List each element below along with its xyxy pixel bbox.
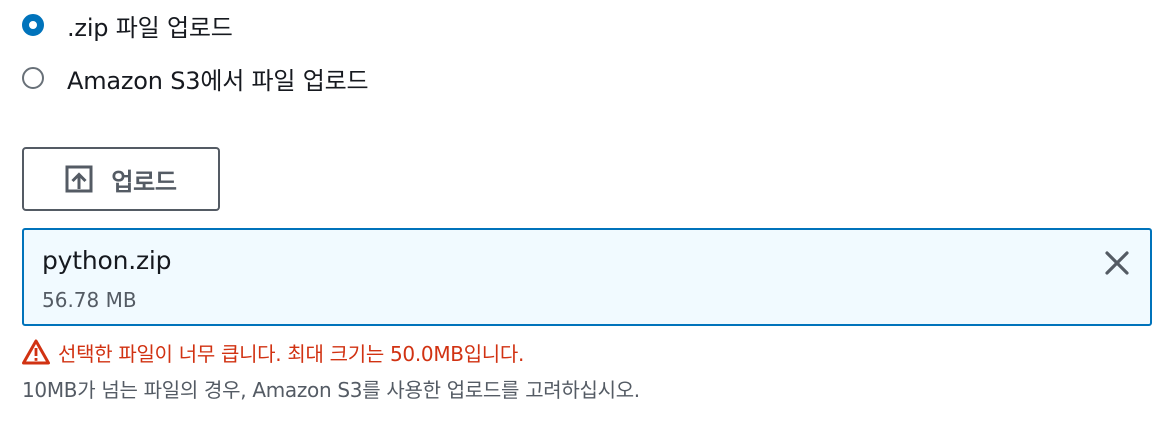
- upload-button[interactable]: 업로드: [22, 147, 220, 211]
- radio-label-zip-upload: .zip 파일 업로드: [67, 13, 233, 42]
- radio-option-s3-upload[interactable]: Amazon S3에서 파일 업로드: [22, 58, 369, 98]
- error-message: 선택한 파일이 너무 큽니다. 최대 크기는 50.0MB입니다.: [58, 341, 525, 366]
- radio-option-zip-upload[interactable]: .zip 파일 업로드: [22, 5, 233, 45]
- file-size-error: 선택한 파일이 너무 큽니다. 최대 크기는 50.0MB입니다.: [22, 336, 524, 368]
- upload-button-label: 업로드: [111, 167, 177, 196]
- selected-file-card: python.zip 56.78 MB: [22, 228, 1152, 326]
- file-size: 56.78 MB: [42, 288, 137, 312]
- file-name: python.zip: [42, 246, 172, 275]
- radio-s3-upload[interactable]: [22, 67, 44, 89]
- hint-text: 10MB가 넘는 파일의 경우, Amazon S3를 사용한 업로드를 고려하…: [22, 378, 640, 402]
- close-icon[interactable]: [1102, 248, 1132, 278]
- upload-icon: [65, 165, 93, 193]
- warning-icon: [22, 339, 50, 365]
- radio-zip-upload[interactable]: [22, 14, 44, 36]
- radio-label-s3-upload: Amazon S3에서 파일 업로드: [67, 66, 369, 95]
